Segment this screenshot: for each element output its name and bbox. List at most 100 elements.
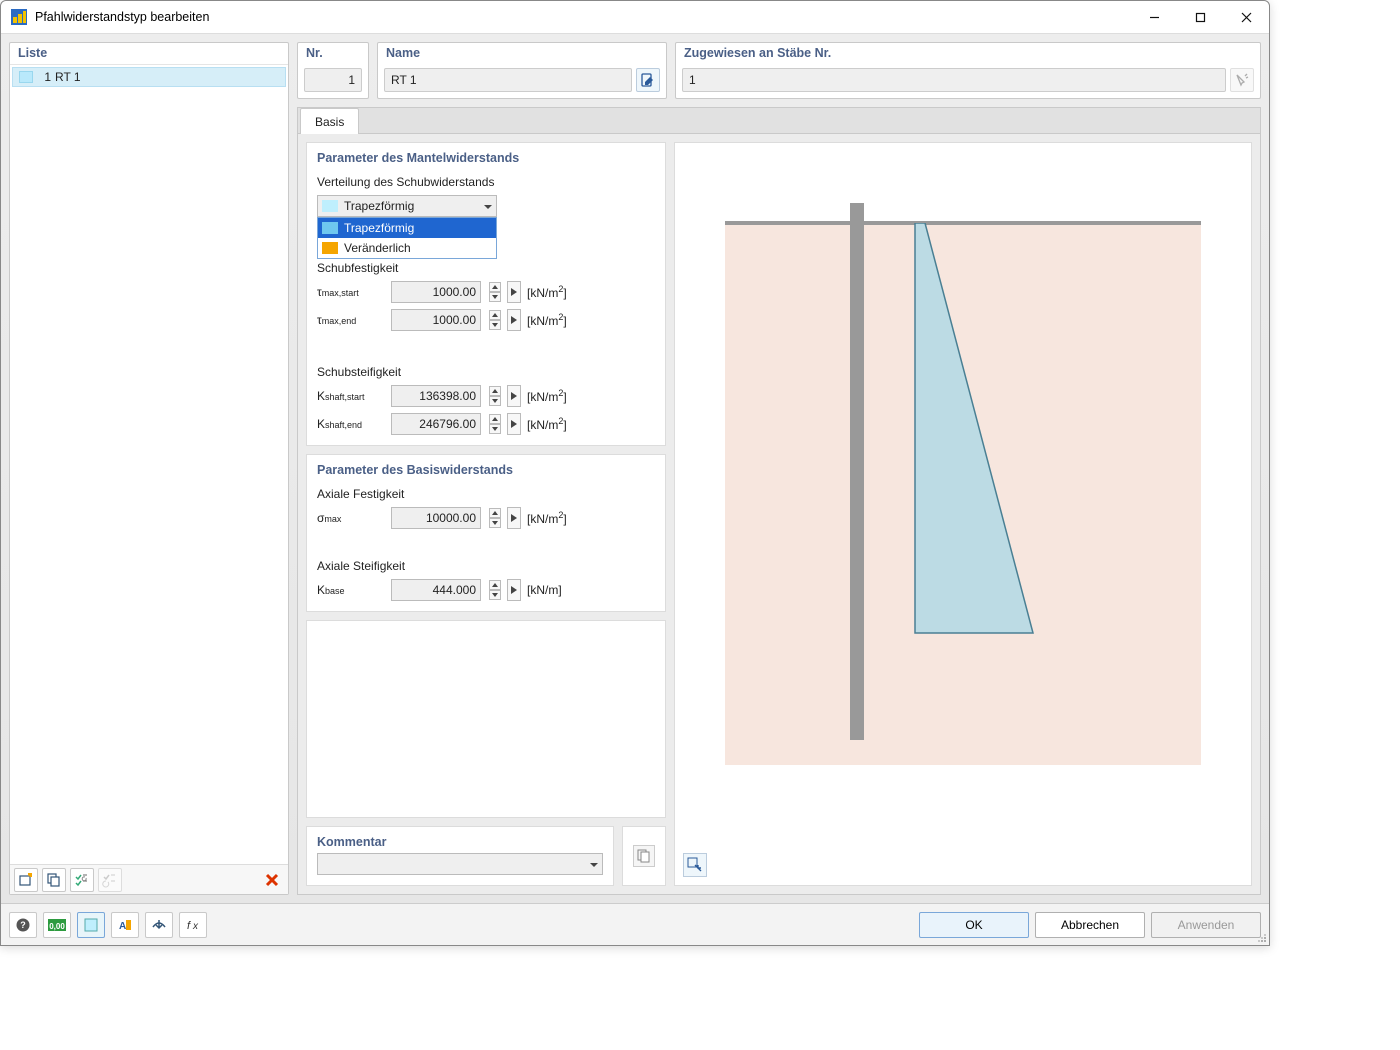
delete-item-button[interactable] bbox=[260, 868, 284, 892]
units-button[interactable]: 0,00 bbox=[43, 912, 71, 938]
tau-max-end-label: τmax,end bbox=[317, 313, 385, 327]
comment-combo[interactable] bbox=[317, 853, 603, 875]
comment-title: Kommentar bbox=[307, 827, 613, 853]
name-label: Name bbox=[378, 43, 666, 64]
spinner-buttons[interactable] bbox=[489, 282, 501, 302]
nr-panel: Nr. 1 bbox=[297, 42, 369, 99]
unit-label: [kN/m2] bbox=[527, 388, 567, 404]
comment-side-panel bbox=[622, 826, 666, 886]
k-shaft-start-row: Kshaft,start 136398.00 [kN/m2] bbox=[317, 385, 655, 407]
unit-label: [kN/m2] bbox=[527, 416, 567, 432]
skin-resistance-title: Parameter des Mantelwiderstands bbox=[307, 143, 665, 169]
spinner-buttons[interactable] bbox=[489, 414, 501, 434]
copy-item-button[interactable] bbox=[42, 868, 66, 892]
spinner-buttons[interactable] bbox=[489, 508, 501, 528]
distribution-label: Verteilung des Schubwiderstands bbox=[317, 175, 655, 189]
spinner-buttons[interactable] bbox=[489, 386, 501, 406]
color-swatch-icon bbox=[322, 222, 338, 234]
rename-button[interactable]: A bbox=[111, 912, 139, 938]
empty-group bbox=[306, 620, 666, 818]
preview-box bbox=[674, 142, 1252, 886]
unit-label: [kN/m2] bbox=[527, 284, 567, 300]
list-panel: Liste 1 RT 1 bbox=[9, 42, 289, 895]
tau-max-start-input[interactable]: 1000.00 bbox=[391, 281, 481, 303]
svg-text:A: A bbox=[119, 921, 126, 932]
svg-text:0,00: 0,00 bbox=[49, 922, 65, 931]
unit-label: [kN/m2] bbox=[527, 510, 567, 526]
pile-graphic bbox=[850, 203, 864, 740]
k-base-label: Kbase bbox=[317, 583, 385, 597]
edit-name-button[interactable] bbox=[636, 68, 660, 92]
new-item-button[interactable] bbox=[14, 868, 38, 892]
chevron-down-icon bbox=[590, 857, 598, 871]
resistance-wedge bbox=[913, 223, 1043, 643]
load-button[interactable] bbox=[145, 912, 173, 938]
tab-strip: Basis bbox=[298, 108, 1260, 134]
resize-grip-icon[interactable] bbox=[1255, 931, 1267, 943]
preview-settings-button[interactable] bbox=[683, 853, 707, 877]
list-header: Liste bbox=[10, 43, 288, 64]
svg-text:f: f bbox=[187, 920, 191, 932]
k-base-input[interactable]: 444.000 bbox=[391, 579, 481, 601]
more-button[interactable] bbox=[507, 579, 521, 601]
distribution-option-variable[interactable]: Veränderlich bbox=[318, 238, 496, 258]
axial-strength-label: Axiale Festigkeit bbox=[317, 487, 655, 501]
shear-stiffness-label: Schubsteifigkeit bbox=[317, 365, 655, 379]
pick-members-button[interactable] bbox=[1230, 68, 1254, 92]
more-button[interactable] bbox=[507, 385, 521, 407]
spinner-buttons[interactable] bbox=[489, 310, 501, 330]
help-button[interactable]: ? bbox=[9, 912, 37, 938]
unit-label: [kN/m] bbox=[527, 583, 562, 597]
color-swatch-icon bbox=[19, 71, 33, 83]
maximize-button[interactable] bbox=[1177, 1, 1223, 33]
assigned-panel: Zugewiesen an Stäbe Nr. 1 bbox=[675, 42, 1261, 99]
nr-label: Nr. bbox=[298, 43, 368, 64]
minimize-button[interactable] bbox=[1131, 1, 1177, 33]
list-item[interactable]: 1 RT 1 bbox=[12, 67, 286, 87]
more-button[interactable] bbox=[507, 507, 521, 529]
distribution-combo[interactable]: Trapezförmig Trapezförmig bbox=[317, 195, 497, 217]
k-shaft-start-label: Kshaft,start bbox=[317, 389, 385, 403]
more-button[interactable] bbox=[507, 413, 521, 435]
comment-group: Kommentar bbox=[306, 826, 614, 886]
dialog-footer: ? 0,00 A fx OK Abbrechen Anwenden bbox=[1, 903, 1269, 945]
more-button[interactable] bbox=[507, 281, 521, 303]
k-shaft-end-row: Kshaft,end 246796.00 [kN/m2] bbox=[317, 413, 655, 435]
formula-button[interactable]: fx bbox=[179, 912, 207, 938]
window-title: Pfahlwiderstandstyp bearbeiten bbox=[35, 10, 1131, 24]
sigma-max-row: σmax 10000.00 [kN/m2] bbox=[317, 507, 655, 529]
close-button[interactable] bbox=[1223, 1, 1269, 33]
assigned-value[interactable]: 1 bbox=[682, 68, 1226, 92]
sigma-max-input[interactable]: 10000.00 bbox=[391, 507, 481, 529]
k-shaft-end-input[interactable]: 246796.00 bbox=[391, 413, 481, 435]
name-panel: Name RT 1 bbox=[377, 42, 667, 99]
tau-max-start-row: τmax,start 1000.00 [kN/m2] bbox=[317, 281, 655, 303]
uncheck-all-button[interactable] bbox=[98, 868, 122, 892]
distribution-dropdown[interactable]: Trapezförmig Veränderlich bbox=[317, 217, 497, 259]
apply-button[interactable]: Anwenden bbox=[1151, 912, 1261, 938]
distribution-option-trapezoidal[interactable]: Trapezförmig bbox=[318, 218, 496, 238]
base-resistance-group: Parameter des Basiswiderstands Axiale Fe… bbox=[306, 454, 666, 612]
sigma-max-label: σmax bbox=[317, 511, 385, 525]
list-area[interactable]: 1 RT 1 bbox=[10, 64, 288, 864]
skin-resistance-group: Parameter des Mantelwiderstands Verteilu… bbox=[306, 142, 666, 446]
color-button[interactable] bbox=[77, 912, 105, 938]
distribution-selected: Trapezförmig bbox=[344, 199, 414, 213]
tau-max-end-row: τmax,end 1000.00 [kN/m2] bbox=[317, 309, 655, 331]
check-all-button[interactable] bbox=[70, 868, 94, 892]
tau-max-start-label: τmax,start bbox=[317, 285, 385, 299]
chevron-down-icon bbox=[484, 199, 492, 213]
list-toolbar bbox=[10, 864, 288, 894]
svg-text:x: x bbox=[192, 921, 199, 932]
name-value[interactable]: RT 1 bbox=[384, 68, 632, 92]
tau-max-end-input[interactable]: 1000.00 bbox=[391, 309, 481, 331]
list-item-label: RT 1 bbox=[55, 70, 81, 84]
k-shaft-start-input[interactable]: 136398.00 bbox=[391, 385, 481, 407]
tab-basis[interactable]: Basis bbox=[300, 108, 359, 134]
more-button[interactable] bbox=[507, 309, 521, 331]
ok-button[interactable]: OK bbox=[919, 912, 1029, 938]
comment-library-button[interactable] bbox=[633, 845, 655, 867]
cancel-button[interactable]: Abbrechen bbox=[1035, 912, 1145, 938]
spinner-buttons[interactable] bbox=[489, 580, 501, 600]
base-resistance-title: Parameter des Basiswiderstands bbox=[307, 455, 665, 481]
